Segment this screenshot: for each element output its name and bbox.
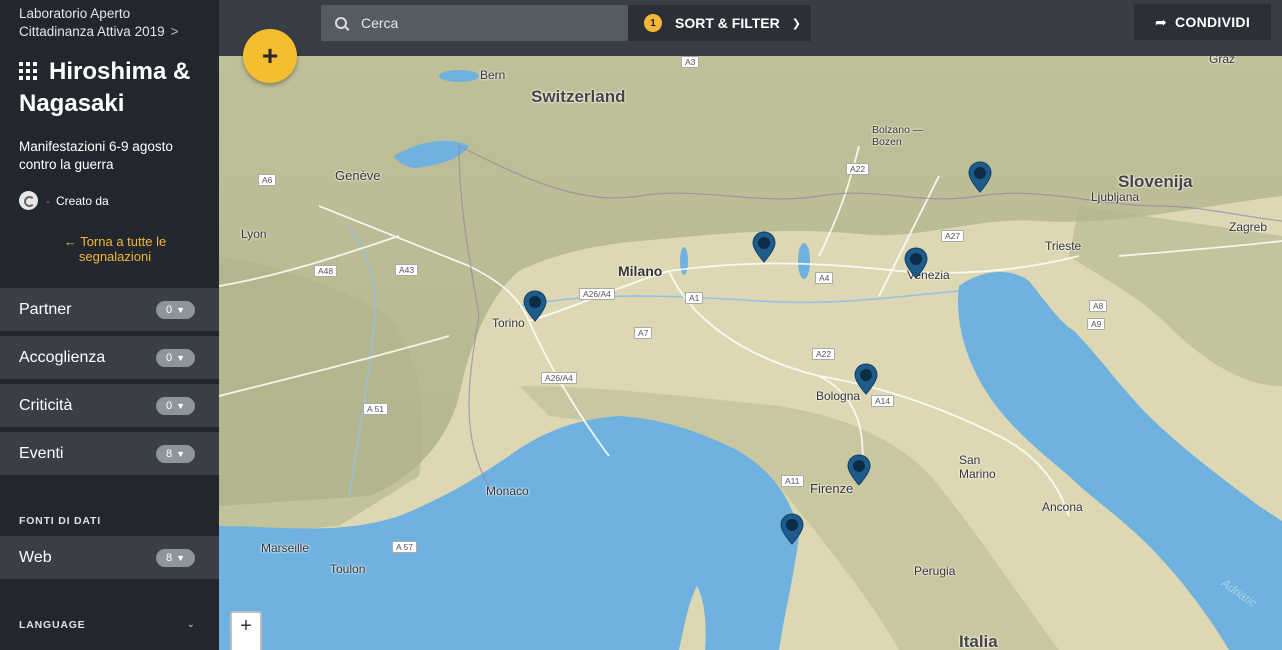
road-shield: A26/A4 — [579, 288, 615, 300]
source-label: Web — [19, 548, 52, 566]
map-label-ljubljana: Ljubljana — [1091, 190, 1140, 204]
map-label-perugia: Perugia — [914, 564, 956, 578]
page-title: Hiroshima & Nagasaki — [19, 56, 214, 120]
chevron-down-icon[interactable]: ⌄ — [187, 619, 195, 630]
map-label-bolzano: Bolzano — Bozen — [872, 124, 924, 148]
map-marker[interactable] — [752, 231, 776, 263]
chevron-down-icon: ▼ — [176, 305, 186, 315]
sources-heading: FONTI DI DATI — [19, 515, 101, 527]
road-shield: A 57 — [392, 541, 418, 553]
road-shield: A8 — [1089, 300, 1108, 312]
creator-info: - Creato da — [19, 191, 109, 210]
back-link[interactable]: ← Torna a tutte le segnalazioni — [40, 234, 190, 264]
map-label-lyon: Lyon — [241, 227, 267, 241]
road-shield: A1 — [685, 292, 704, 304]
road-shield: A43 — [395, 264, 419, 276]
map-label-bern: Bern — [480, 68, 506, 82]
map-label-toulon: Toulon — [330, 562, 366, 576]
map-label-marseille: Marseille — [261, 541, 310, 555]
map-label-switzerland: Switzerland — [531, 87, 626, 106]
category-label: Accoglienza — [19, 348, 106, 366]
search-placeholder: Cerca — [361, 15, 399, 31]
map-label-zagreb: Zagreb — [1229, 220, 1268, 234]
road-shield: A11 — [781, 475, 804, 487]
sort-filter-label: SORT & FILTER — [675, 15, 780, 31]
road-shield: A26/A4 — [541, 372, 577, 384]
chevron-down-icon: ▼ — [176, 553, 186, 563]
title-line-1: Hiroshima & — [49, 58, 191, 85]
road-shield: A6 — [258, 174, 277, 186]
map-label-milano: Milano — [618, 263, 663, 279]
category-partner[interactable]: Partner 0 ▼ — [0, 288, 219, 331]
category-label: Eventi — [19, 444, 64, 462]
category-accoglienza[interactable]: Accoglienza 0 ▼ — [0, 336, 219, 379]
map-label-torino: Torino — [492, 316, 525, 330]
road-shield: A4 — [815, 272, 834, 284]
map-label-italia: Italia — [959, 632, 998, 650]
count-badge[interactable]: 8 ▼ — [156, 445, 195, 463]
map-marker[interactable] — [904, 247, 928, 279]
map-marker[interactable] — [847, 454, 871, 486]
road-shield: A22 — [812, 348, 836, 360]
map-label-ancona: Ancona — [1042, 500, 1083, 514]
breadcrumb-arrow-icon: > — [170, 24, 179, 39]
search-icon — [335, 17, 347, 29]
sort-filter-button[interactable]: 1 SORT & FILTER ❯ — [628, 5, 811, 41]
road-shield: A3 — [681, 56, 700, 68]
count-badge[interactable]: 0 ▼ — [156, 301, 195, 319]
grid-menu-icon[interactable] — [19, 62, 37, 80]
add-report-button[interactable]: + — [243, 29, 297, 83]
map-label-monaco: Monaco — [486, 484, 529, 498]
top-bar: Cerca 1 SORT & FILTER ❯ ➦ CONDIVIDI — [219, 0, 1282, 56]
road-shield: A7 — [634, 327, 653, 339]
road-shield: A9 — [1087, 318, 1106, 330]
map-label-san-marino: San Marino — [959, 453, 996, 481]
map-background — [219, 56, 1282, 650]
map-label-trieste: Trieste — [1045, 239, 1082, 253]
breadcrumb[interactable]: Laboratorio Aperto Cittadinanza Attiva 2… — [19, 5, 204, 41]
title-line-2: Nagasaki — [19, 90, 125, 117]
search-input[interactable]: Cerca — [321, 5, 628, 41]
avatar — [19, 191, 38, 210]
chevron-down-icon: ▼ — [176, 449, 186, 459]
page-subtitle: Manifestazioni 6-9 agosto contro la guer… — [19, 139, 173, 172]
share-icon: ➦ — [1154, 13, 1167, 30]
map-marker[interactable] — [854, 363, 878, 395]
count-badge[interactable]: 0 ▼ — [156, 349, 195, 367]
road-shield: A14 — [871, 395, 895, 407]
share-label: CONDIVIDI — [1174, 14, 1251, 30]
road-shield: A 51 — [363, 403, 389, 415]
map-marker[interactable] — [780, 513, 804, 545]
zoom-in-button[interactable]: + — [230, 611, 262, 650]
category-eventi[interactable]: Eventi 8 ▼ — [0, 432, 219, 475]
source-web[interactable]: Web 8 ▼ — [0, 536, 219, 579]
created-by-label: Creato da — [56, 193, 109, 208]
creator-separator: - — [46, 193, 50, 208]
count-badge[interactable]: 8 ▼ — [156, 549, 195, 567]
category-label: Criticità — [19, 396, 73, 414]
road-shield: A22 — [846, 163, 870, 175]
filter-count-badge: 1 — [644, 14, 662, 32]
map-label-geneve: Genève — [335, 168, 381, 183]
map-marker[interactable] — [523, 290, 547, 322]
chevron-down-icon: ▼ — [176, 401, 186, 411]
map-label-graz: Graz — [1209, 56, 1236, 66]
chevron-down-icon: ❯ — [791, 17, 801, 30]
map-canvas[interactable]: Switzerland Slovenija Italia Bern Genève… — [219, 56, 1282, 650]
language-heading[interactable]: LANGUAGE — [19, 619, 85, 631]
share-button[interactable]: ➦ CONDIVIDI — [1134, 4, 1271, 40]
road-shield: A27 — [941, 230, 965, 242]
map-marker[interactable] — [968, 161, 992, 193]
chevron-down-icon: ▼ — [176, 353, 186, 363]
map-label-slovenija: Slovenija — [1118, 172, 1193, 191]
category-criticita[interactable]: Criticità 0 ▼ — [0, 384, 219, 427]
category-label: Partner — [19, 300, 72, 318]
breadcrumb-text: Laboratorio Aperto Cittadinanza Attiva 2… — [19, 6, 165, 39]
sidebar: Laboratorio Aperto Cittadinanza Attiva 2… — [0, 0, 219, 650]
count-badge[interactable]: 0 ▼ — [156, 397, 195, 415]
road-shield: A48 — [314, 265, 338, 277]
